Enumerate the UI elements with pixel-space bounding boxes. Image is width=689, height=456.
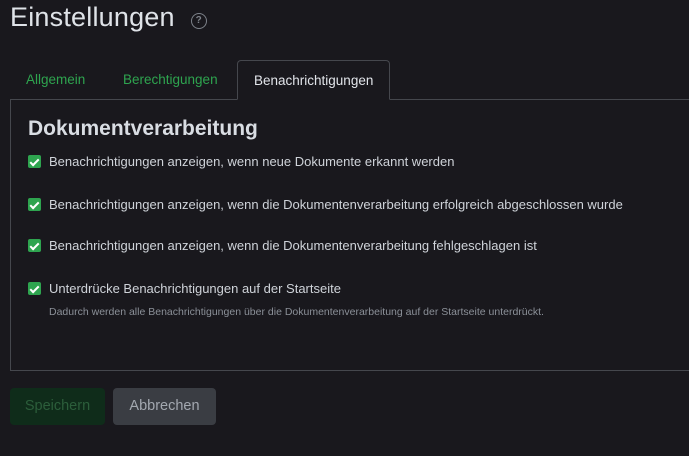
option-help-text: Dadurch werden alle Benachrichtigungen ü… (49, 306, 544, 318)
settings-page: Einstellungen ? Allgemein Berechtigungen… (0, 0, 689, 456)
tab-benachrichtigungen[interactable]: Benachrichtigungen (237, 60, 391, 100)
checkbox-checked-icon[interactable] (28, 239, 41, 252)
checkbox-checked-icon[interactable] (28, 198, 41, 211)
tab-berechtigungen[interactable]: Berechtigungen (107, 60, 234, 99)
page-title: Einstellungen (10, 2, 175, 32)
section-title: Dokumentverarbeitung (28, 117, 258, 140)
checkbox-checked-icon[interactable] (28, 282, 41, 295)
option-new-documents[interactable]: Benachrichtigungen anzeigen, wenn neue D… (28, 154, 454, 170)
tab-allgemein[interactable]: Allgemein (10, 60, 101, 99)
notifications-panel: Dokumentverarbeitung Benachrichtigungen … (10, 99, 689, 371)
option-processing-failed[interactable]: Benachrichtigungen anzeigen, wenn die Do… (28, 238, 537, 254)
option-label: Unterdrücke Benachrichtigungen auf der S… (49, 281, 341, 296)
option-processing-success[interactable]: Benachrichtigungen anzeigen, wenn die Do… (28, 197, 623, 213)
option-suppress-dashboard[interactable]: Unterdrücke Benachrichtigungen auf der S… (28, 281, 341, 297)
page-header: Einstellungen ? (10, 2, 207, 33)
checkbox-checked-icon[interactable] (28, 155, 41, 168)
option-label: Benachrichtigungen anzeigen, wenn neue D… (49, 154, 455, 169)
help-icon[interactable]: ? (190, 12, 207, 29)
option-label: Benachrichtigungen anzeigen, wenn die Do… (49, 197, 623, 212)
tab-bar: Allgemein Berechtigungen Benachrichtigun… (10, 60, 689, 100)
save-button[interactable]: Speichern (10, 388, 105, 425)
option-label: Benachrichtigungen anzeigen, wenn die Do… (49, 238, 537, 253)
cancel-button[interactable]: Abbrechen (113, 388, 216, 425)
